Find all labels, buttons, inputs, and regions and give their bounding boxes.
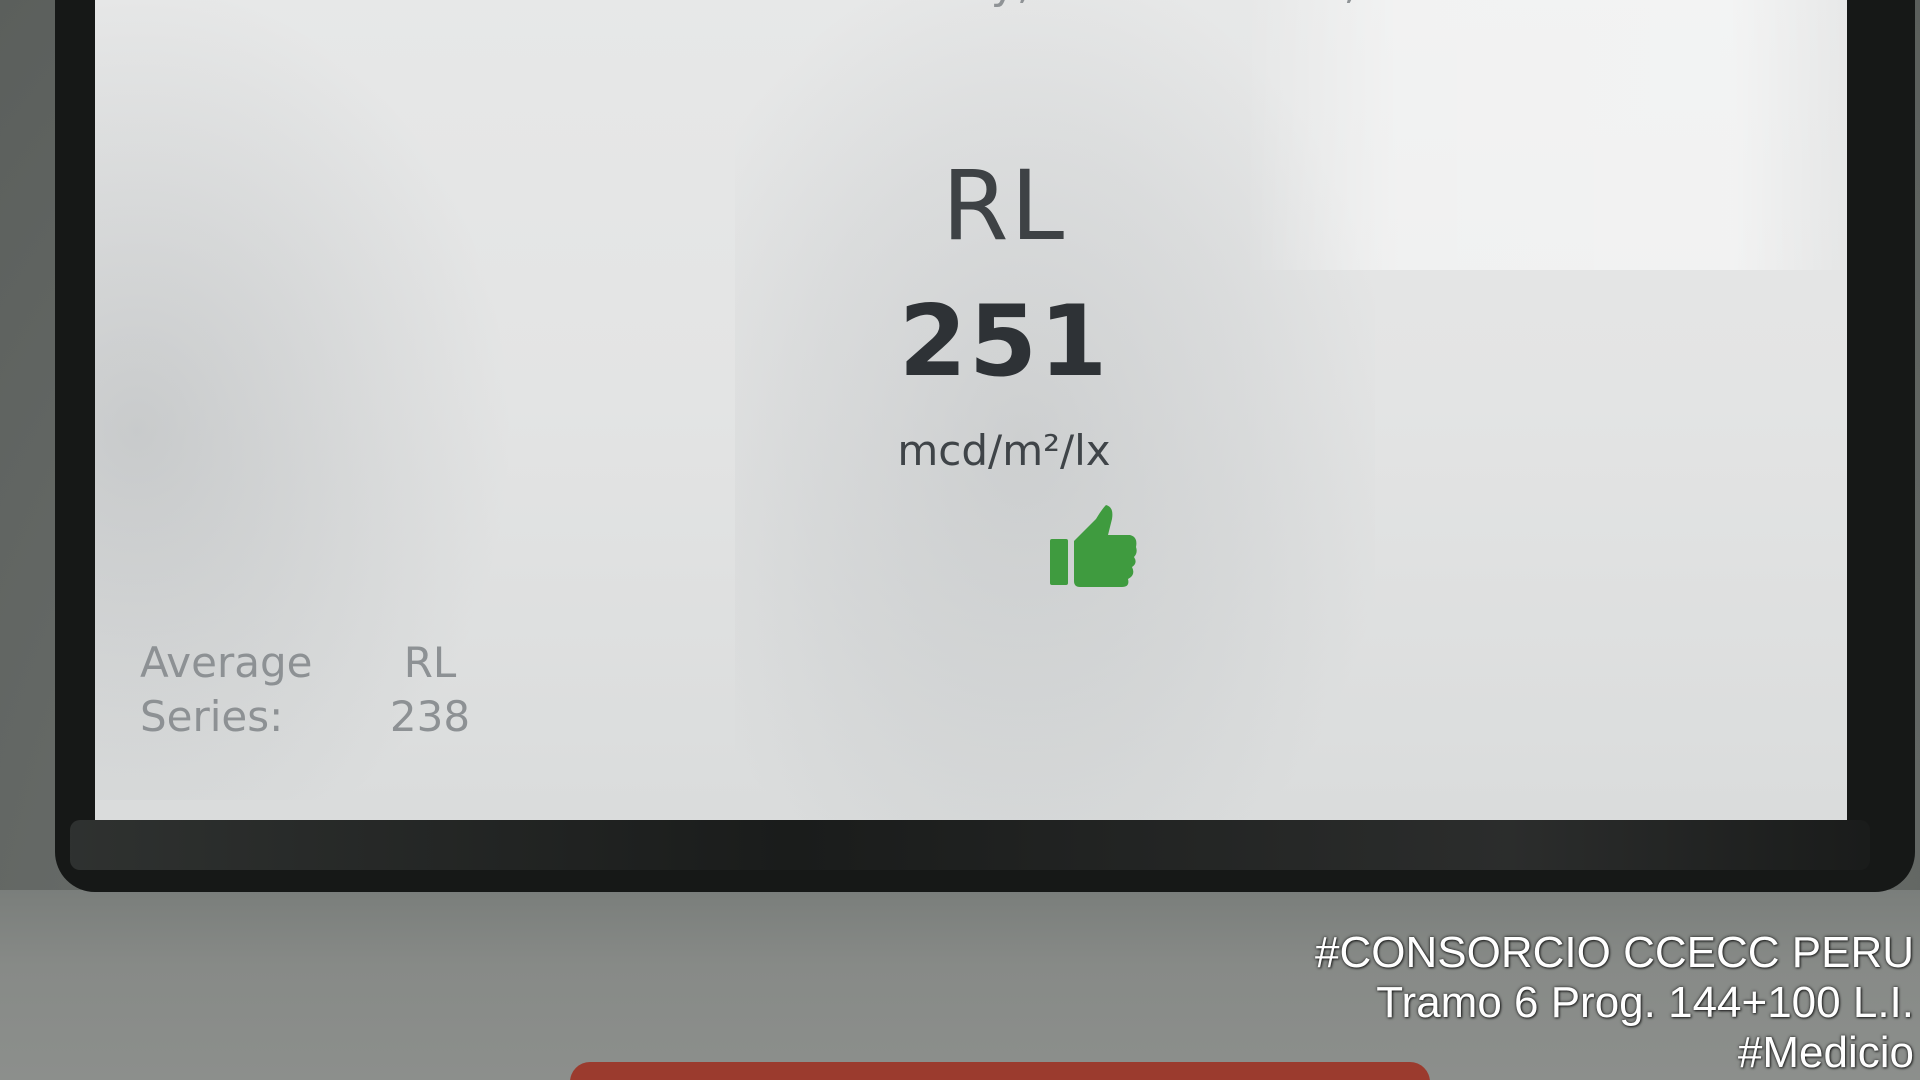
average-series: Average RL Series: 238	[140, 635, 490, 743]
average-label: Average	[140, 637, 313, 687]
watermark-company: #CONSORCIO CCECC PERU	[1315, 928, 1914, 977]
average-rl-label: RL	[403, 637, 457, 687]
photo: #3727 Friday, November 10, 2023 8:00:09 …	[0, 0, 1920, 1080]
device-screen: #3727 Friday, November 10, 2023 8:00:09 …	[95, 0, 1847, 820]
watermark-tag: #Medicio	[1737, 1028, 1914, 1077]
datetime: Friday, November 10, 2023 8:00:09 AM -05	[855, 0, 1835, 9]
measurement-unit: mcd/m²/lx	[897, 426, 1111, 475]
bezel-glare	[70, 820, 1870, 870]
series-label: Series:	[140, 691, 284, 741]
photo-watermark: #CONSORCIO CCECC PERU Tramo 6 Prog. 144+…	[1315, 928, 1914, 1078]
measurement-value: 251	[898, 285, 1110, 399]
measurement-label: RL	[941, 150, 1067, 262]
red-button	[570, 1062, 1430, 1080]
average-value: 238	[389, 691, 471, 741]
watermark-location: Tramo 6 Prog. 144+100 L.I.	[1376, 978, 1914, 1027]
thumbs-up-icon	[1050, 505, 1137, 587]
